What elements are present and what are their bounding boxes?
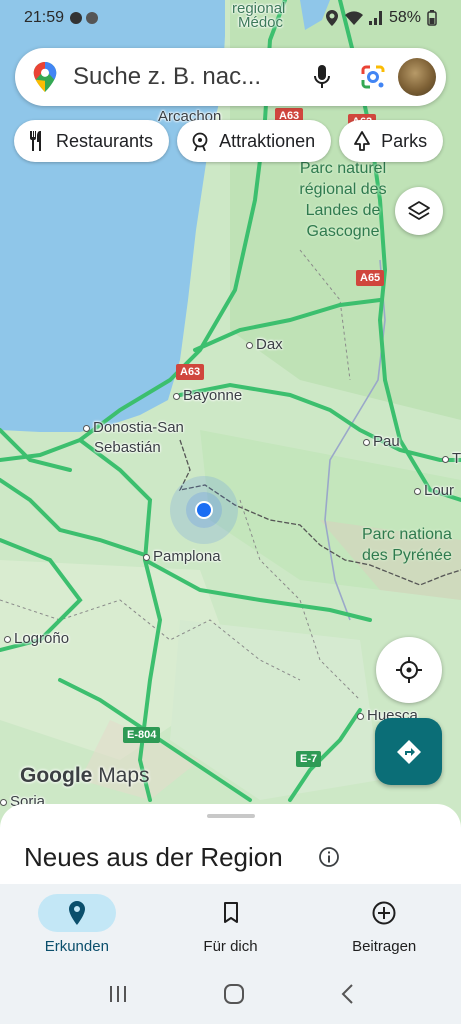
place-label-bayonne: Bayonne [173,387,242,404]
park-label-landes: Parc naturel régional des Landes de Gasc… [299,160,387,240]
back-icon[interactable] [340,983,354,1005]
battery-percent: 58% [388,9,421,26]
notification-icons [70,12,99,24]
place-label-sebastian: Sebastián [94,439,161,456]
chat-notification-icon [70,12,83,24]
nav-label: Erkunden [44,938,109,955]
place-label-dax: Dax [246,336,283,353]
chip-parks[interactable]: Parks [339,120,444,162]
google-maps-pin-icon [33,62,57,92]
place-label-tarbes: T [442,450,461,467]
place-label-lourdes: Lour [414,482,454,499]
park-label-pyrenees: Parc nationa des Pyrénée [362,526,452,564]
nav-active-indicator [37,894,116,932]
status-bar: 21:59 58% [0,0,461,36]
place-label-logrono: Logroño [4,630,69,647]
signal-icon [368,11,382,25]
bookmark-icon [223,902,238,923]
bottom-navigation: Erkunden Für dich Beitragen [0,884,461,964]
layers-icon [408,201,430,220]
attractions-icon [189,130,211,152]
road-shield-e804: E-804 [123,727,161,743]
home-icon[interactable] [223,983,245,1005]
fork-knife-icon [26,130,48,152]
nav-icon-wrap [345,894,423,932]
nav-icon-wrap [192,894,270,932]
nav-label: Beitragen [352,938,417,955]
search-input[interactable]: Suche z. B. nac... [73,63,296,91]
status-time: 21:59 [24,9,65,26]
chip-restaurants[interactable]: Restaurants [14,120,170,162]
chip-label: Restaurants [56,130,154,151]
my-location-button[interactable] [376,637,442,703]
place-label-donostia: Donostia-San [83,419,184,436]
location-status-icon [325,10,338,26]
explore-pin-icon [68,901,85,925]
nav-contribute[interactable]: Beitragen [307,884,461,964]
chip-label: Attraktionen [219,130,316,151]
battery-icon [427,10,437,26]
road-shield-a65: A65 [356,270,385,286]
category-chips: Restaurants Attraktionen Parks [14,120,444,162]
nav-explore[interactable]: Erkunden [0,884,154,964]
road-shield-a63: A63 [176,364,205,380]
sheet-title: Neues aus der Region [24,842,283,872]
search-bar[interactable]: Suche z. B. nac... [15,48,446,106]
directions-icon [396,739,421,764]
google-lens-icon[interactable] [358,62,388,92]
nav-for-you[interactable]: Für dich [154,884,308,964]
microphone-icon[interactable] [308,63,336,91]
nav-label: Für dich [203,938,258,955]
google-maps-logo: Google Maps [20,764,150,787]
sheet-drag-handle[interactable] [207,814,255,818]
directions-button[interactable] [375,718,442,785]
chip-label: Parks [381,130,428,151]
add-circle-icon [372,901,396,925]
avatar[interactable] [398,58,436,96]
chip-attractions[interactable]: Attraktionen [177,120,332,162]
info-icon[interactable] [318,846,340,868]
place-label-pamplona: Pamplona [143,548,221,565]
globe-notification-icon [86,12,99,24]
bottom-sheet[interactable]: Neues aus der Region [0,804,461,890]
map-layers-button[interactable] [395,187,443,235]
wifi-icon [344,11,363,25]
road-shield-e7: E-7 [296,751,322,767]
crosshair-icon [396,657,422,683]
recent-apps-icon[interactable] [108,984,128,1004]
system-navigation-bar [0,964,461,1024]
tree-icon [351,130,373,152]
place-label-pau: Pau [363,433,400,450]
